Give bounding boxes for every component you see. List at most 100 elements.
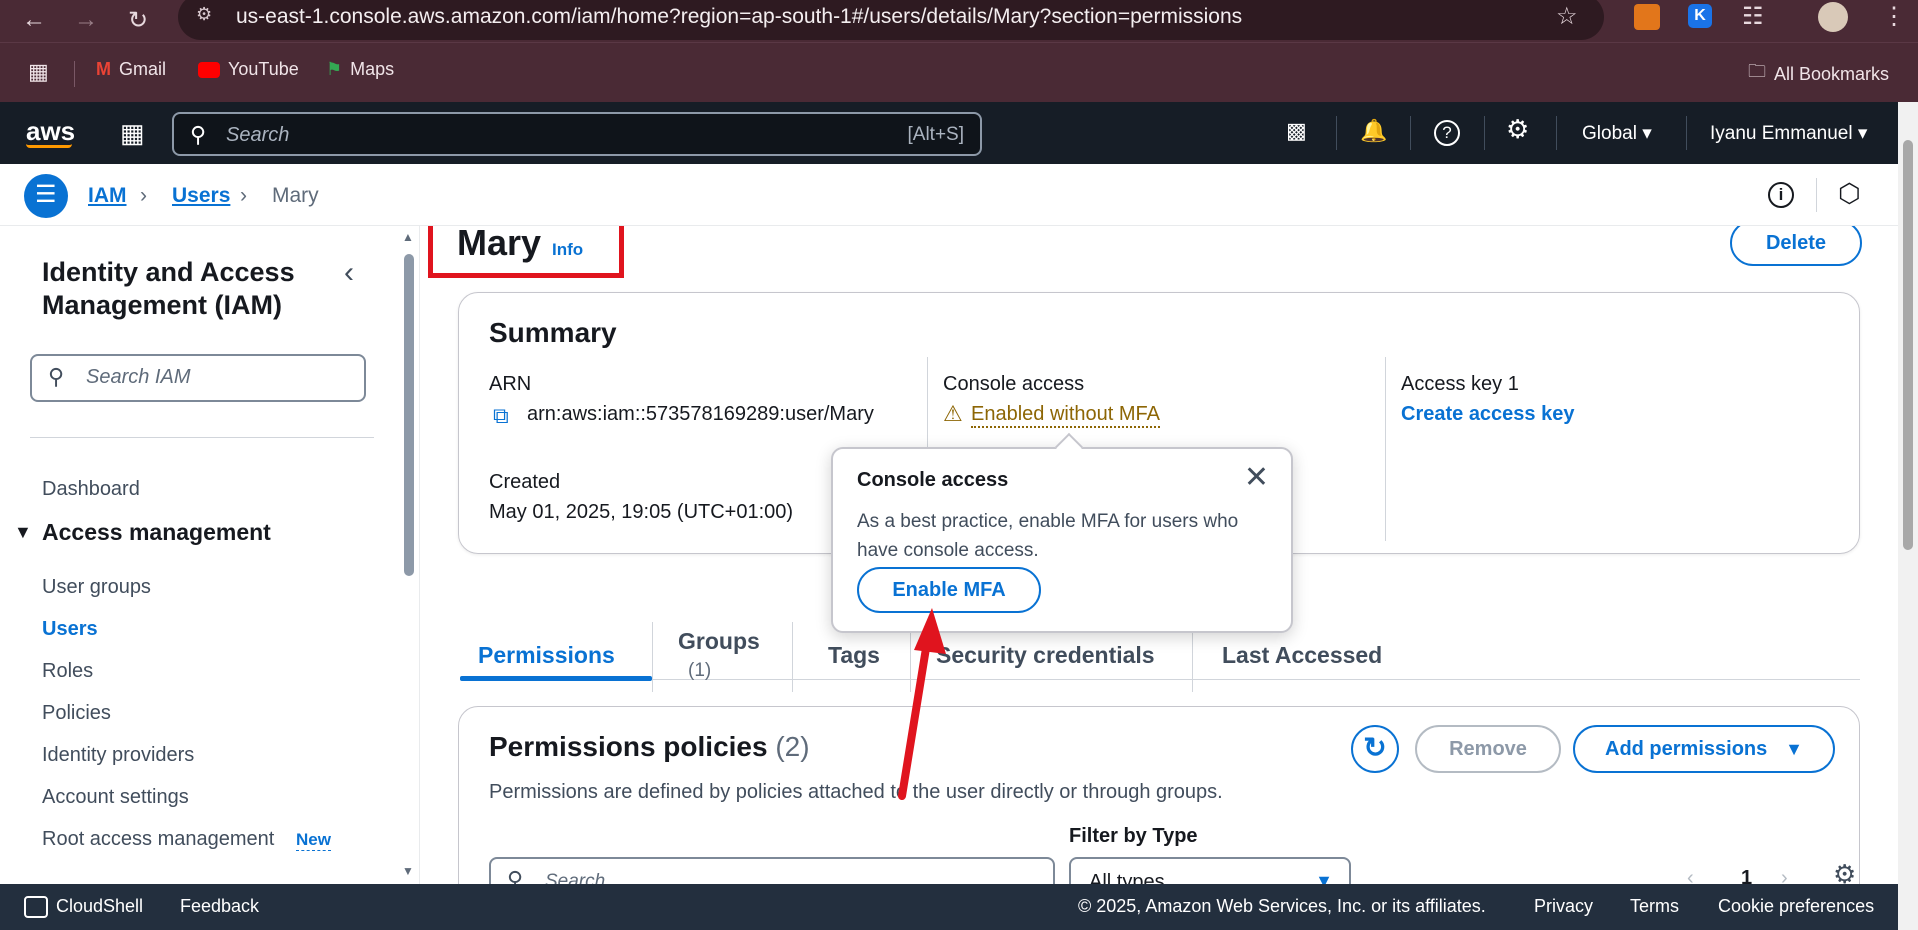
- sidebar-item-root-access-management[interactable]: Root access management: [42, 828, 274, 851]
- account-menu[interactable]: Iyanu Emmanuel ▾: [1710, 122, 1867, 145]
- remove-button[interactable]: Remove: [1415, 725, 1561, 773]
- chevron-right-icon: ›: [240, 184, 247, 207]
- gmail-icon: M: [96, 59, 111, 79]
- summary-title: Summary: [489, 317, 617, 348]
- divider: [1556, 116, 1557, 150]
- cloudshell-link[interactable]: CloudShell: [56, 896, 143, 917]
- metamask-extension-icon[interactable]: [1634, 4, 1660, 30]
- help-icon[interactable]: ?: [1434, 120, 1460, 146]
- refresh-button[interactable]: ↻: [1351, 725, 1399, 773]
- page-number[interactable]: 1: [1741, 867, 1752, 884]
- active-tab-indicator: [460, 676, 652, 681]
- tab-security-credentials[interactable]: Security credentials: [936, 642, 1155, 669]
- terms-link[interactable]: Terms: [1630, 896, 1679, 917]
- extensions-icon[interactable]: ☷: [1742, 2, 1764, 31]
- aws-console-header: aws ▦ ⚲ Search [Alt+S] ▩ 🔔 ? ⚙ Global ▾ …: [0, 102, 1918, 164]
- sidebar-item-users[interactable]: Users: [42, 618, 98, 641]
- forward-icon[interactable]: →: [74, 6, 98, 34]
- sidebar-item-roles[interactable]: Roles: [42, 660, 93, 683]
- arn-value: arn:aws:iam::573578169289:user/Mary: [527, 403, 874, 425]
- caret-down-icon: ▾: [1857, 123, 1868, 144]
- sidebar-search-input[interactable]: ⚲ Search IAM: [30, 354, 366, 402]
- bell-icon[interactable]: 🔔: [1360, 118, 1387, 144]
- bookmark-gmail[interactable]: M Gmail: [96, 59, 166, 80]
- tools-panel-icon[interactable]: ⬡: [1838, 178, 1861, 209]
- hamburger-icon: ☰: [35, 181, 57, 208]
- console-access-popover: Console access ✕ As a best practice, ena…: [831, 432, 1293, 633]
- bookmark-label: Maps: [350, 59, 395, 79]
- console-access-status[interactable]: Enabled without MFA: [971, 403, 1160, 428]
- divider: [792, 622, 793, 692]
- copyright: © 2025, Amazon Web Services, Inc. or its…: [1078, 896, 1486, 916]
- divider: [1336, 116, 1337, 150]
- nav-toggle-button[interactable]: ☰: [24, 174, 68, 218]
- enable-mfa-button[interactable]: Enable MFA: [857, 567, 1041, 613]
- info-link[interactable]: Info: [552, 240, 583, 260]
- bookmark-maps[interactable]: ⚑ Maps: [326, 59, 394, 80]
- tab-last-accessed[interactable]: Last Accessed: [1222, 642, 1382, 669]
- next-page-icon[interactable]: ›: [1781, 867, 1788, 884]
- divider: [74, 61, 75, 87]
- scroll-down-icon[interactable]: ▼: [402, 864, 414, 878]
- profile-avatar[interactable]: [1818, 2, 1848, 32]
- k-extension-icon[interactable]: K: [1688, 4, 1712, 28]
- tab-permissions[interactable]: Permissions: [478, 642, 615, 669]
- all-bookmarks[interactable]: 🗀 All Bookmarks: [1748, 59, 1889, 89]
- bookmark-youtube[interactable]: YouTube: [198, 59, 299, 80]
- star-icon[interactable]: ☆: [1556, 2, 1578, 31]
- sidebar-item-identity-providers[interactable]: Identity providers: [42, 744, 194, 767]
- site-info-icon[interactable]: ⚙: [196, 4, 212, 25]
- settings-gear-icon[interactable]: ⚙: [1506, 114, 1529, 145]
- prev-page-icon[interactable]: ‹: [1687, 867, 1694, 884]
- console-footer: CloudShell Feedback © 2025, Amazon Web S…: [0, 884, 1918, 930]
- sidebar-section-access-management[interactable]: Access management: [42, 519, 271, 546]
- info-panel-icon[interactable]: i: [1768, 182, 1794, 208]
- window-scroll-thumb[interactable]: [1903, 140, 1913, 550]
- privacy-link[interactable]: Privacy: [1534, 896, 1593, 917]
- tab-groups[interactable]: Groups: [678, 628, 760, 655]
- scroll-up-icon[interactable]: ▲: [402, 230, 414, 244]
- caret-down-icon[interactable]: ▼: [14, 522, 32, 543]
- permissions-policies-title: Permissions policies (2): [489, 731, 810, 763]
- apps-grid-icon[interactable]: ▦: [28, 59, 49, 85]
- breadcrumb-iam[interactable]: IAM: [88, 184, 127, 208]
- filter-type-select[interactable]: All types ▼: [1069, 857, 1351, 884]
- new-badge: New: [296, 830, 331, 851]
- popover-title: Console access: [857, 469, 1009, 491]
- table-settings-icon[interactable]: ⚙: [1833, 859, 1856, 884]
- filter-type-value: All types: [1089, 871, 1165, 884]
- tab-tags[interactable]: Tags: [828, 642, 880, 669]
- caret-down-icon: ▼: [1315, 871, 1333, 884]
- reload-icon[interactable]: ↻: [128, 6, 148, 35]
- breadcrumb-users[interactable]: Users: [172, 184, 230, 208]
- create-access-key-link[interactable]: Create access key: [1401, 403, 1574, 426]
- copy-icon[interactable]: ⧉: [493, 403, 509, 429]
- bookmark-label: YouTube: [228, 59, 299, 79]
- more-menu-icon[interactable]: ⋮: [1882, 2, 1906, 31]
- divider: [652, 622, 653, 692]
- delete-button[interactable]: Delete: [1730, 226, 1862, 266]
- close-icon[interactable]: ✕: [1244, 463, 1269, 493]
- cookie-preferences-link[interactable]: Cookie preferences: [1718, 896, 1874, 917]
- region-selector[interactable]: Global ▾: [1582, 122, 1652, 145]
- page-title: Mary: [457, 226, 542, 263]
- aws-search-input[interactable]: ⚲ Search [Alt+S]: [172, 112, 982, 156]
- sidebar-item-dashboard[interactable]: Dashboard: [42, 478, 140, 501]
- collapse-sidebar-icon[interactable]: ‹: [344, 256, 354, 290]
- cloudshell-icon[interactable]: [24, 896, 48, 918]
- aws-logo[interactable]: aws: [26, 116, 75, 147]
- sidebar-item-policies[interactable]: Policies: [42, 702, 111, 725]
- url-text[interactable]: us-east-1.console.aws.amazon.com/iam/hom…: [236, 5, 1242, 29]
- console-access-label: Console access: [943, 373, 1085, 395]
- policies-search-input[interactable]: ⚲ Search: [489, 857, 1055, 884]
- cloudshell-icon[interactable]: ▩: [1286, 118, 1307, 144]
- back-icon[interactable]: ←: [22, 6, 46, 34]
- sidebar-item-user-groups[interactable]: User groups: [42, 576, 151, 599]
- feedback-link[interactable]: Feedback: [180, 896, 259, 917]
- sidebar-item-account-settings[interactable]: Account settings: [42, 786, 189, 809]
- add-permissions-button[interactable]: Add permissions ▼: [1573, 725, 1835, 773]
- sidebar-scroll-thumb[interactable]: [404, 254, 414, 576]
- search-icon: ⚲: [507, 867, 524, 884]
- breadcrumb: ☰ IAM › Users › Mary i ⬡: [0, 164, 1918, 226]
- services-grid-icon[interactable]: ▦: [120, 118, 145, 149]
